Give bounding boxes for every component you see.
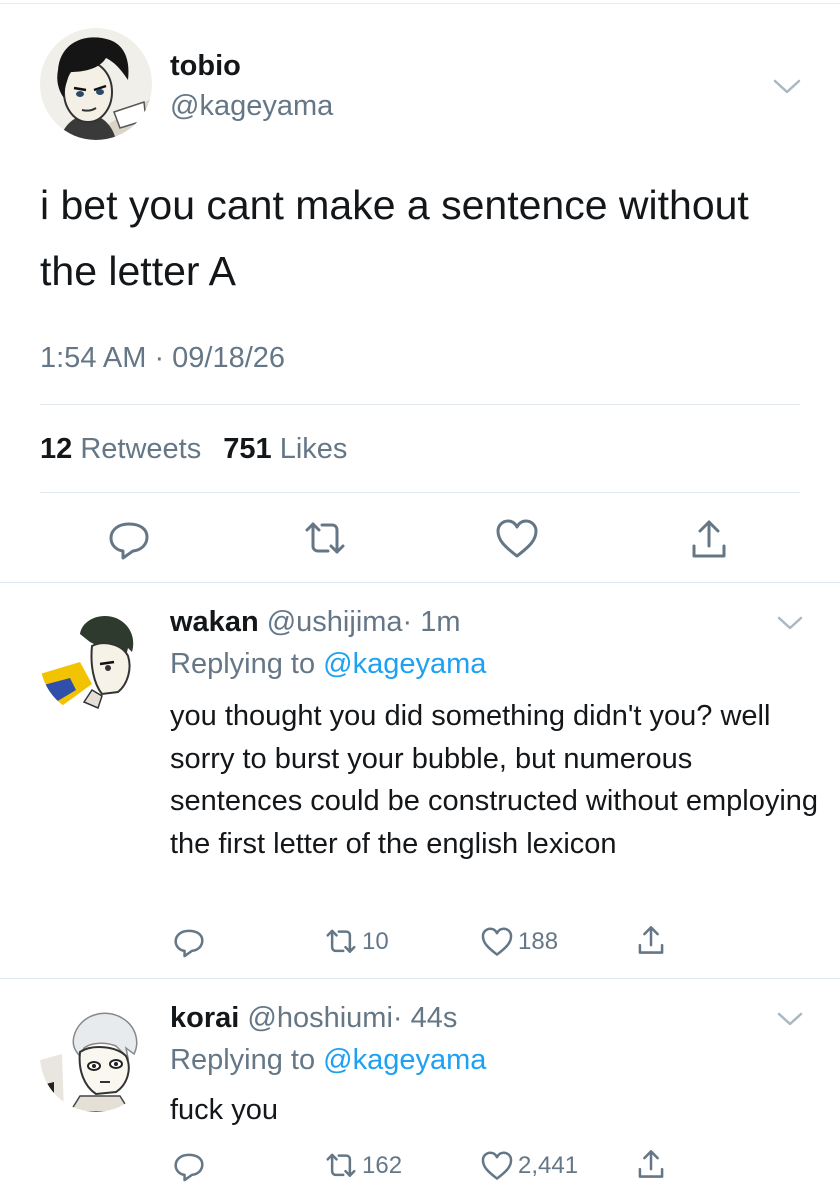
like-icon (481, 927, 513, 956)
share-button[interactable] (634, 922, 672, 958)
reply-text: you thought you did something didn't you… (170, 700, 819, 860)
timestamp[interactable]: 1:54 AM · 09/18/26 (40, 342, 285, 375)
retweet-count[interactable]: 12 (40, 433, 72, 465)
reply-button[interactable] (172, 1148, 210, 1184)
avatar[interactable] (40, 28, 152, 140)
like-button[interactable]: 188 (480, 924, 558, 960)
replying-to-prefix: Replying to (170, 648, 316, 680)
replying-to-link[interactable]: @kageyama (323, 648, 486, 680)
handle[interactable]: @ushijima (267, 606, 403, 638)
retweet-icon[interactable] (302, 516, 348, 562)
reply-time: · 44s (392, 1002, 458, 1034)
share-icon (638, 926, 664, 954)
like-count: 2,441 (518, 1152, 579, 1179)
divider (0, 978, 840, 979)
reply-icon (174, 929, 204, 958)
retweet-icon (326, 929, 356, 953)
retweet-icon (326, 1153, 356, 1177)
avatar[interactable] (40, 604, 152, 716)
tweet-text: i bet you cant make a sentence without t… (40, 182, 749, 294)
replying-to-prefix: Replying to (170, 1044, 316, 1076)
share-icon (638, 1150, 664, 1178)
retweet-label[interactable]: Retweets (80, 433, 201, 465)
share-icon[interactable] (686, 516, 732, 562)
share-button[interactable] (634, 1146, 672, 1182)
reply-icon[interactable] (106, 516, 152, 562)
replying-to-link[interactable]: @kageyama (323, 1044, 486, 1076)
display-name[interactable]: tobio (170, 50, 241, 83)
divider (0, 582, 840, 583)
retweet-count: 162 (362, 1152, 403, 1179)
reply-button[interactable] (172, 924, 210, 960)
reply-text: fuck you (170, 1094, 278, 1126)
top-divider (0, 3, 840, 4)
like-icon (481, 1151, 513, 1180)
reply-time: · 1m (402, 606, 461, 638)
avatar[interactable] (40, 1000, 152, 1112)
like-icon[interactable] (494, 516, 540, 562)
divider (40, 404, 800, 405)
chevron-down-icon[interactable] (776, 614, 804, 632)
handle[interactable]: @hoshiumi (247, 1002, 393, 1034)
chevron-down-icon[interactable] (776, 1010, 804, 1028)
reply-header: wakan @ushijima· 1m (170, 606, 461, 639)
like-count: 188 (518, 928, 559, 955)
like-label[interactable]: Likes (280, 433, 348, 465)
handle[interactable]: @kageyama (170, 90, 333, 123)
display-name[interactable]: korai (170, 1002, 239, 1034)
like-button[interactable]: 2,441 (480, 1148, 578, 1184)
tweet-stats: 12 Retweets 751 Likes (40, 433, 347, 466)
like-count[interactable]: 751 (223, 433, 271, 465)
retweet-count: 10 (362, 928, 389, 955)
chevron-down-icon[interactable] (772, 76, 802, 96)
replying-to: Replying to @kageyama (170, 648, 486, 681)
divider (40, 492, 800, 493)
reply-header: korai @hoshiumi· 44s (170, 1002, 457, 1035)
reply-icon (174, 1153, 204, 1182)
retweet-button[interactable]: 10 (324, 924, 389, 960)
display-name[interactable]: wakan (170, 606, 259, 638)
retweet-button[interactable]: 162 (324, 1148, 402, 1184)
replying-to: Replying to @kageyama (170, 1044, 486, 1077)
